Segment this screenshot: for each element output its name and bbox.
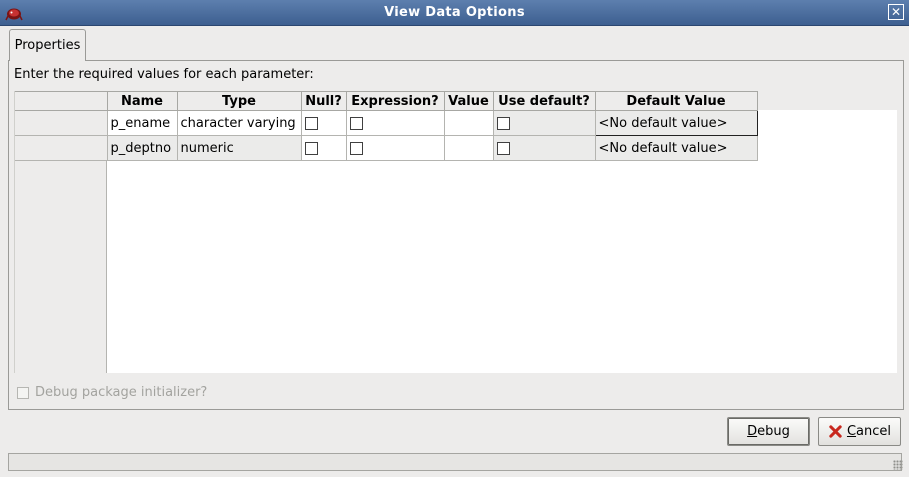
default-value-cell: <No default value> <box>594 135 758 161</box>
debug-mnemonic: D <box>747 424 758 439</box>
debug-button-label: Debug <box>747 424 790 439</box>
debug-initializer-checkbox <box>17 386 29 399</box>
parameters-table: Name Type Null? Expression? Value Use de… <box>15 91 758 161</box>
tab-label: Properties <box>14 38 81 53</box>
value-cell[interactable] <box>443 135 494 161</box>
null-checkbox[interactable] <box>304 116 318 130</box>
column-header-type[interactable]: Type <box>176 91 302 111</box>
column-header-value[interactable]: Value <box>443 91 494 111</box>
use-default-cell <box>492 135 596 161</box>
expression-cell <box>345 135 445 161</box>
tab-properties[interactable]: Properties <box>9 29 86 61</box>
parameters-grid: Name Type Null? Expression? Value Use de… <box>14 91 897 373</box>
use-default-cell <box>492 110 596 136</box>
cancel-label-rest: ancel <box>856 424 892 439</box>
cancel-button-label: Cancel <box>847 424 891 439</box>
expression-checkbox[interactable] <box>349 116 363 130</box>
column-header-name[interactable]: Name <box>106 91 178 111</box>
table-row: p_deptno numeric <No default value> <box>15 135 758 161</box>
param-type-cell: character varying <box>176 110 302 136</box>
cancel-icon <box>829 425 842 438</box>
debug-label-rest: ebug <box>757 424 790 439</box>
cancel-mnemonic: C <box>846 424 857 439</box>
expression-checkbox[interactable] <box>349 141 363 155</box>
param-name-cell: p_deptno <box>106 135 178 161</box>
null-cell <box>300 110 347 136</box>
default-value-cell: <No default value> <box>594 110 758 136</box>
param-name-cell: p_ename <box>106 110 178 136</box>
null-checkbox[interactable] <box>304 141 318 155</box>
instruction-text: Enter the required values for each param… <box>14 67 314 82</box>
column-header-default-value[interactable]: Default Value <box>594 91 758 111</box>
row-header-corner <box>15 91 108 111</box>
row-header-cell[interactable] <box>15 110 108 136</box>
debug-initializer-label: Debug package initializer? <box>35 385 208 400</box>
close-icon: ✕ <box>890 5 902 19</box>
header-filler <box>757 91 897 110</box>
window-title: View Data Options <box>384 5 525 20</box>
param-type-cell: numeric <box>176 135 302 161</box>
null-cell <box>300 135 347 161</box>
debug-button[interactable]: Debug <box>727 417 810 446</box>
table-header-row: Name Type Null? Expression? Value Use de… <box>15 91 758 111</box>
column-header-null[interactable]: Null? <box>300 91 347 111</box>
column-header-use-default[interactable]: Use default? <box>492 91 596 111</box>
debug-initializer-option: Debug package initializer? <box>17 385 207 400</box>
resize-grip-icon[interactable] <box>893 460 903 470</box>
close-button[interactable]: ✕ <box>888 4 904 20</box>
value-cell[interactable] <box>443 110 494 136</box>
expression-cell <box>345 110 445 136</box>
column-header-expression[interactable]: Expression? <box>345 91 445 111</box>
status-bar <box>8 453 902 471</box>
row-header-cell[interactable] <box>15 135 108 161</box>
use-default-checkbox[interactable] <box>496 116 510 130</box>
title-bar: View Data Options ✕ <box>0 0 909 26</box>
cancel-button[interactable]: Cancel <box>818 417 901 446</box>
use-default-checkbox[interactable] <box>496 141 510 155</box>
table-row: p_ename character varying <No default va… <box>15 110 758 136</box>
